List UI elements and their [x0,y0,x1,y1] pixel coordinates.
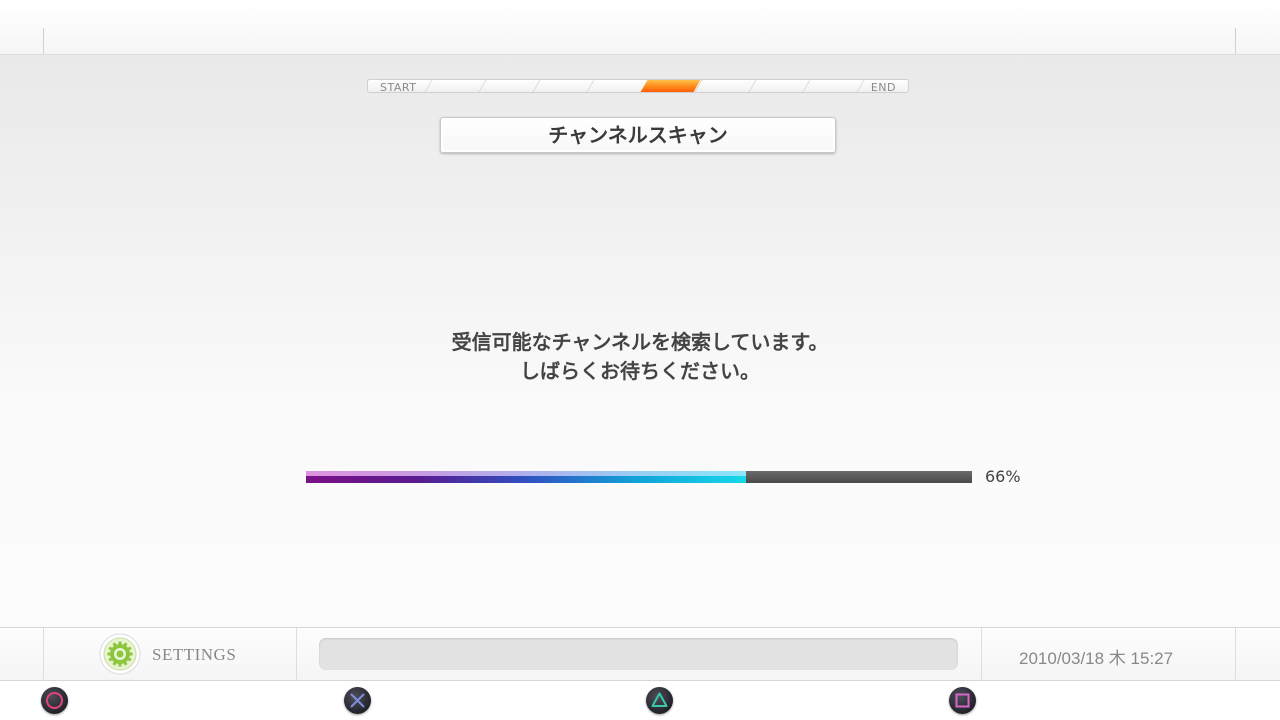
step-progress-indicator: START END [367,79,918,94]
step-segment [802,80,864,92]
triangle-button-icon[interactable] [646,687,673,714]
app-label: SETTINGS [152,645,237,664]
frame-divider [1235,28,1236,54]
frame-divider [981,628,982,680]
scan-progress-bar [306,471,972,483]
cross-button-icon[interactable] [344,687,371,714]
status-message: 受信可能なチャンネルを検索しています。 しばらくお待ちください。 [340,328,940,386]
frame-divider [43,628,44,680]
step-segment [586,80,648,92]
page-title: チャンネルスキャン [440,117,836,153]
step-segment [748,80,810,92]
step-segment [532,80,594,92]
status-message-line-1: 受信可能なチャンネルを検索しています。 [451,330,829,354]
status-bar: SETTINGS 2010/03/18 木 15:27 [0,627,1280,681]
info-field [319,638,958,670]
circle-button-icon[interactable] [41,687,68,714]
controller-button-bar [0,681,1280,720]
step-start-label: START [380,81,417,94]
frame-divider [1235,628,1236,680]
top-bar [0,0,1280,55]
scan-progress-percent: 66% [985,467,1021,486]
step-segment [424,80,486,92]
step-segment-current [640,80,701,92]
step-end-label: END [870,81,896,94]
gear-icon [99,633,141,675]
step-segment [478,80,540,92]
frame-divider [296,628,297,680]
datetime: 2010/03/18 木 15:27 [1019,649,1174,668]
scan-progress-fill [306,471,746,483]
square-button-icon[interactable] [949,687,976,714]
status-message-line-2: しばらくお待ちください。 [520,359,760,383]
step-segment [694,80,756,92]
frame-divider [43,28,44,54]
